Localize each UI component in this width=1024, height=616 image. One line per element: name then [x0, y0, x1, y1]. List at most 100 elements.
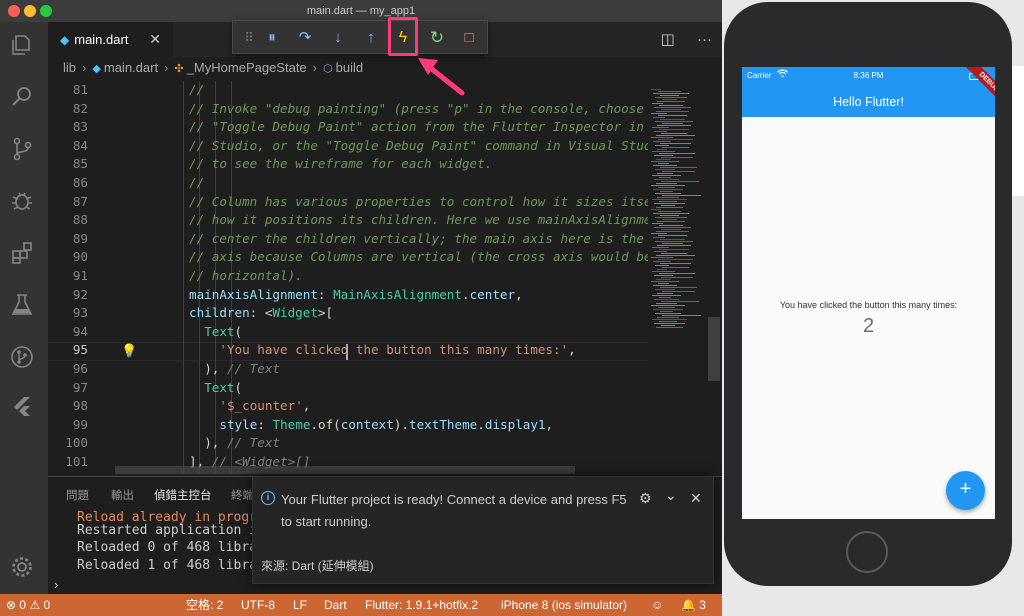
close-notification-icon[interactable]: ✕ — [690, 490, 702, 507]
lightbulb-icon[interactable]: 💡 — [121, 343, 137, 359]
drag-handle-icon[interactable]: ⠿ — [237, 26, 261, 50]
source-control-icon[interactable] — [8, 136, 36, 164]
minimap-line — [658, 307, 675, 308]
close-window-button[interactable] — [8, 5, 20, 17]
git-graph-icon[interactable] — [8, 344, 36, 372]
minimap-line — [653, 213, 689, 214]
line-number: 97 — [72, 379, 88, 395]
feedback-smiley-icon[interactable]: ☺ — [651, 594, 663, 616]
language-mode-status[interactable]: Dart — [324, 594, 347, 616]
split-editor-icon[interactable]: ◫ — [661, 31, 675, 48]
minimap-line — [655, 145, 669, 146]
code-line: 96), // Text — [48, 360, 648, 379]
more-actions-icon[interactable]: ··· — [697, 31, 712, 48]
code-token: // Invoke "debug painting" (press "p" in… — [189, 100, 644, 116]
restart-button[interactable]: ↻ — [425, 26, 449, 50]
minimap-line — [660, 119, 685, 120]
horizontal-scrollbar[interactable] — [115, 466, 575, 474]
code-text: // center the children vertically; the m… — [189, 230, 648, 249]
breadcrumb-item-lib[interactable]: lib — [63, 60, 76, 75]
pause-button[interactable]: ⏸ — [260, 26, 284, 50]
zoom-window-button[interactable] — [40, 5, 52, 17]
minimap-line — [660, 215, 679, 216]
notification-toast: i Your Flutter project is ready! Connect… — [252, 476, 714, 584]
window-title: main.dart — my_app1 — [306, 5, 416, 17]
eol-status[interactable]: LF — [293, 594, 307, 616]
minimap-line — [651, 209, 661, 210]
notification-settings-gear-icon[interactable]: ⚙ — [639, 490, 652, 507]
minimap-line — [651, 257, 673, 258]
tab-main-dart[interactable]: ◆ main.dart ✕ — [48, 22, 173, 57]
notifications-status[interactable]: 🔔 3 — [681, 594, 706, 616]
step-into-button[interactable]: ↓ — [326, 26, 350, 50]
step-over-button[interactable]: ↷ — [293, 26, 317, 50]
minimap-line — [655, 241, 693, 242]
code-line: 97 Text( — [48, 379, 648, 398]
stop-button[interactable]: □ — [457, 26, 481, 50]
code-line: 83 // "Toggle Debug Paint" action from th… — [48, 118, 648, 137]
explorer-icon[interactable] — [8, 32, 36, 60]
device-status[interactable]: iPhone 8 (ios simulator) — [501, 594, 627, 616]
minimap-line — [652, 151, 675, 152]
code-editor[interactable]: 81 // 82 // Invoke "debug painting" (press … — [48, 81, 648, 473]
code-token: : — [317, 286, 334, 302]
home-button[interactable] — [846, 531, 888, 573]
minimap-line — [659, 225, 683, 226]
tab-debug-console[interactable]: 偵錯主控台 — [154, 487, 212, 503]
line-number: 98 — [72, 398, 88, 414]
code-token: // — [189, 175, 205, 190]
code-token: // Text — [226, 435, 281, 451]
flutter-icon[interactable] — [8, 394, 36, 422]
code-text: // horizontal). — [189, 267, 303, 286]
minimap-line — [658, 283, 669, 284]
flutter-version-status[interactable]: Flutter: 1.9.1+hotfix.2 — [365, 594, 478, 616]
minimap-line — [658, 139, 693, 140]
activity-bar — [0, 22, 48, 594]
collapse-chevron-icon[interactable]: ⌄ — [665, 487, 677, 504]
chevron-right-icon: › — [164, 60, 169, 75]
extensions-icon[interactable] — [8, 240, 36, 268]
debug-icon[interactable] — [8, 188, 36, 216]
minimap-line — [654, 227, 691, 228]
minimap-line — [651, 305, 685, 306]
minimap-line — [653, 237, 665, 238]
minimap[interactable] — [648, 81, 706, 473]
line-number: 93 — [72, 305, 88, 321]
minimap-line — [659, 273, 695, 274]
chevron-right-icon: › — [82, 60, 87, 75]
code-token: // Text — [226, 361, 281, 376]
breadcrumb-item-method[interactable]: build — [336, 60, 363, 75]
clock-label: 8:36 PM — [853, 71, 884, 80]
indentation-status[interactable]: 空格: 2 — [186, 594, 223, 616]
code-text: children: <Widget>[ — [189, 304, 333, 323]
problems-status[interactable]: ⊗ 0 ⚠ 0 — [6, 594, 50, 616]
close-tab-icon[interactable]: ✕ — [149, 22, 161, 57]
console-input-prompt[interactable]: › — [54, 577, 58, 592]
step-out-button[interactable]: ↑ — [359, 26, 383, 50]
phone-screen[interactable]: Carrier 8:36 PM Hello Flutter! DEBUG You… — [742, 67, 995, 519]
scrollbar-thumb[interactable] — [708, 317, 720, 381]
breadcrumb-item-file[interactable]: main.dart — [104, 60, 158, 75]
testing-flask-icon[interactable] — [8, 292, 36, 320]
minimap-line — [661, 157, 693, 158]
search-icon[interactable] — [8, 84, 36, 112]
tab-terminal[interactable]: 終端 — [231, 487, 254, 503]
minimap-line — [656, 111, 689, 112]
breadcrumb-item-class[interactable]: _MyHomePageState — [187, 60, 307, 75]
line-number: 82 — [72, 100, 88, 116]
minimap-line — [657, 173, 673, 174]
minimize-window-button[interactable] — [24, 5, 36, 17]
code-text: // Column has various properties to cont… — [189, 193, 648, 212]
code-line: 86 // — [48, 174, 648, 193]
code-token: Widget — [272, 305, 318, 321]
settings-gear-icon[interactable] — [8, 554, 36, 582]
minimap-line — [653, 189, 683, 190]
code-token: mainAxisAlignment — [189, 286, 318, 302]
vertical-scrollbar[interactable] — [706, 81, 722, 473]
encoding-status[interactable]: UTF-8 — [241, 594, 275, 616]
tab-problems[interactable]: 問題 — [66, 487, 89, 503]
tab-output[interactable]: 輸出 — [111, 487, 134, 503]
minimap-line — [655, 97, 687, 98]
background-window-edge — [1010, 66, 1024, 196]
increment-fab-button[interactable]: + — [946, 471, 985, 510]
